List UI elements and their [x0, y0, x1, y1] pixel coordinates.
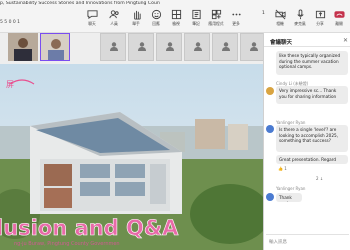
participant-tile[interactable] — [212, 33, 238, 61]
chat-message: Is there a single 'level'? are looking t… — [276, 125, 348, 152]
participant-tile[interactable] — [100, 33, 126, 61]
person-icon — [166, 42, 174, 51]
camera-off-icon — [274, 9, 286, 20]
person-icon — [250, 42, 258, 51]
slide-title: lusion and Q&A — [0, 216, 179, 241]
reaction-count: 1 — [284, 166, 287, 171]
participant-photo — [8, 33, 38, 61]
notes-button[interactable]: 筆記 — [186, 9, 206, 31]
avatar — [266, 87, 274, 95]
people-count: 1 — [262, 11, 265, 16]
mic-button[interactable]: 麥克風 — [290, 9, 310, 31]
react-button[interactable]: 回應 — [146, 9, 166, 31]
meeting-id: 5 5 0 0 1 — [0, 20, 21, 25]
view-button[interactable]: 檢視 — [166, 9, 186, 31]
person-icon — [138, 42, 146, 51]
participant-tile[interactable] — [184, 33, 210, 61]
view-icon — [171, 9, 181, 20]
apps-button[interactable]: 應用程式 — [206, 9, 226, 31]
close-icon[interactable]: ✕ — [343, 37, 348, 44]
chat-message: Very impressive sc... Thank you for shar… — [276, 86, 348, 104]
reaction-like[interactable]: 👍 1 — [278, 166, 287, 171]
chat-panel: 會議聊天 ✕ like these typically organized du… — [263, 33, 350, 250]
participant-photo — [41, 34, 69, 60]
apps-icon — [211, 9, 221, 20]
person-icon — [222, 42, 230, 51]
camera-button[interactable]: 相機 — [270, 9, 290, 31]
chat-button[interactable]: 聊天 — [82, 9, 102, 31]
participant-tile[interactable] — [156, 33, 182, 61]
chat-message: Great presentation. Regard — [276, 155, 348, 164]
new-messages-chip[interactable]: 2 ↓ — [316, 176, 323, 181]
leave-button[interactable]: 離開 — [329, 9, 349, 31]
participants-button[interactable]: 人員 — [104, 9, 124, 31]
person-icon — [110, 42, 118, 51]
meeting-toolbar: p, Sustainability Success Stories and In… — [0, 0, 350, 33]
chat-icon — [86, 10, 98, 20]
share-button[interactable]: 分享 — [310, 9, 330, 31]
more-button[interactable]: 更多 — [226, 9, 246, 31]
avatar — [266, 193, 274, 201]
slide-logo: 屏 — [6, 80, 14, 89]
more-icon — [231, 13, 241, 16]
chat-message: Thank you! — [276, 193, 302, 202]
leave-icon — [333, 11, 345, 18]
window-title: p, Sustainability Success Stories and In… — [0, 1, 160, 6]
chat-message: like these typically organized during th… — [276, 51, 348, 75]
person-icon — [194, 42, 202, 51]
participant-tile[interactable] — [128, 33, 154, 61]
slide-subtitle: ng-ju Buraw, Pingtung County Governmen — [14, 241, 120, 247]
mic-icon — [296, 9, 304, 20]
video-strip — [0, 33, 266, 64]
raise-hand-button[interactable]: 舉手 — [126, 9, 146, 31]
participants-icon — [108, 10, 119, 19]
participant-video-tile[interactable] — [8, 33, 38, 61]
avatar — [266, 125, 274, 133]
chat-title: 會議聊天 — [270, 40, 293, 46]
chat-header: 會議聊天 ✕ — [264, 33, 350, 47]
message-sender: Yanlinger Ryan — [276, 186, 306, 191]
chat-input[interactable]: 輸入訊息 — [266, 234, 349, 248]
react-icon — [151, 9, 161, 20]
shared-screen[interactable]: 屏 lusion and Q&A ng-ju Buraw, Pingtung C… — [0, 64, 263, 250]
raise-hand-icon — [133, 10, 141, 20]
participant-video-tile[interactable] — [40, 33, 70, 61]
share-icon — [315, 10, 325, 19]
notes-icon — [191, 9, 201, 20]
